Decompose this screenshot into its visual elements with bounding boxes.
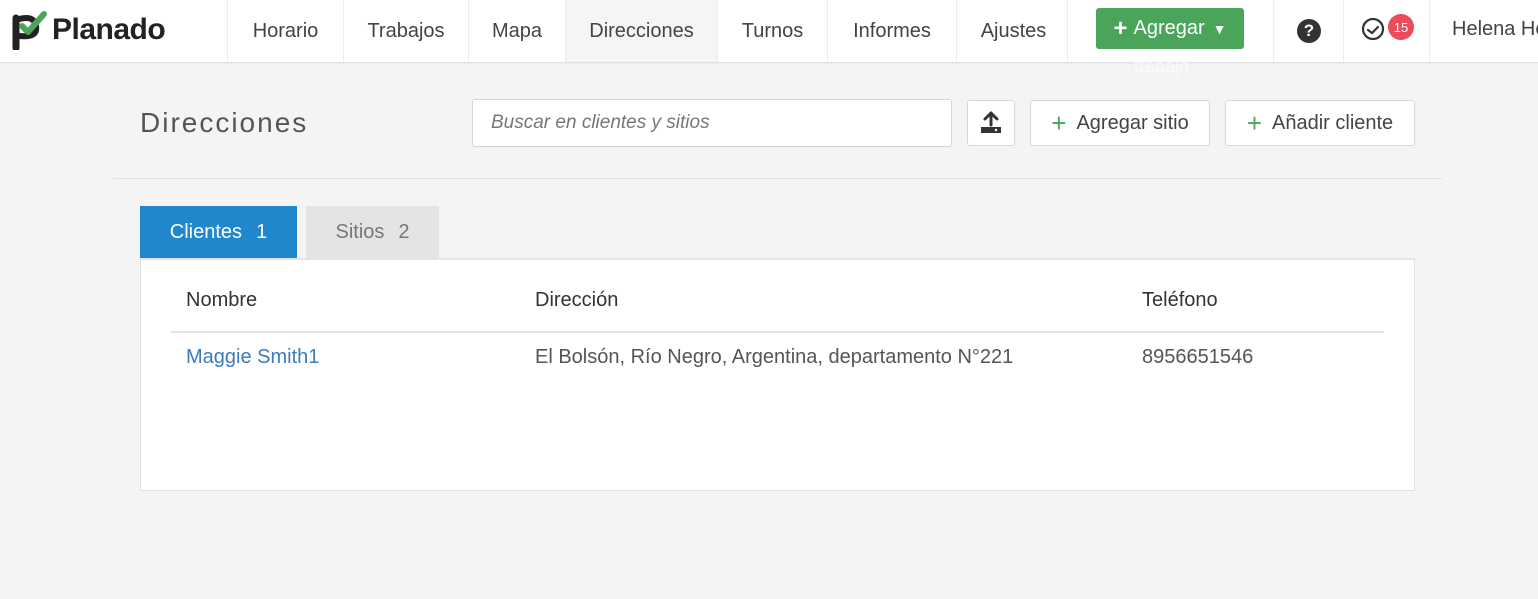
plus-icon: +: [1113, 14, 1128, 42]
caret-down-icon: ▼: [1212, 20, 1227, 37]
table-header-divider: [171, 331, 1384, 333]
nav-item-direcciones[interactable]: Direcciones: [565, 0, 717, 62]
panel-top-border: [140, 258, 1415, 260]
top-navbar: Planado Horario Trabajos Mapa Direccione…: [0, 0, 1538, 63]
add-button-tooltip: trabajo: [1134, 56, 1190, 76]
question-icon[interactable]: ?: [1297, 19, 1321, 43]
main-nav: Horario Trabajos Mapa Direcciones Turnos…: [227, 0, 1070, 62]
nav-item-label: Turnos: [741, 19, 804, 42]
clock-bell-icon: [1361, 17, 1385, 41]
nav-item-label: Direcciones: [589, 19, 694, 42]
plus-icon: +: [1051, 108, 1067, 138]
page-title: Direcciones: [140, 107, 309, 138]
tab-clientes[interactable]: Clientes 1: [140, 206, 297, 259]
nav-item-label: Informes: [853, 19, 931, 42]
nav-item-mapa[interactable]: Mapa: [468, 0, 565, 62]
column-header-telefono[interactable]: Teléfono: [1142, 289, 1218, 312]
clients-table-panel: [140, 258, 1415, 491]
add-menu-container: + Agregar ▼: [1067, 0, 1274, 62]
user-name: Helena He: [1452, 18, 1538, 40]
add-site-button[interactable]: + Agregar sitio: [1030, 100, 1210, 146]
help-container: ?: [1273, 0, 1344, 62]
plus-icon: +: [1246, 108, 1262, 138]
user-menu[interactable]: Helena He: [1429, 0, 1538, 62]
client-phone: 8956651546: [1142, 346, 1254, 368]
upload-icon: [981, 111, 1001, 133]
tab-count: 2: [398, 221, 410, 243]
client-address: El Bolsón, Río Negro, Argentina, departa…: [535, 346, 1014, 368]
notifications-container[interactable]: 15: [1343, 0, 1430, 62]
column-header-nombre[interactable]: Nombre: [186, 289, 257, 312]
client-name-link[interactable]: Maggie Smith1: [186, 346, 319, 369]
search-input[interactable]: [472, 99, 952, 147]
tab-label: Sitios: [335, 221, 385, 243]
tab-label: Clientes: [169, 221, 243, 243]
planado-logo-icon: [12, 11, 47, 50]
nav-item-label: Trabajos: [367, 19, 445, 42]
notification-badge: 15: [1388, 14, 1414, 40]
column-header-direccion[interactable]: Dirección: [535, 289, 618, 312]
nav-item-ajustes[interactable]: Ajustes: [956, 0, 1070, 62]
add-dropdown-button[interactable]: + Agregar ▼: [1096, 8, 1244, 49]
nav-item-label: Ajustes: [980, 19, 1047, 42]
brand-name: Planado: [52, 13, 166, 46]
nav-item-turnos[interactable]: Turnos: [717, 0, 827, 62]
nav-item-horario[interactable]: Horario: [227, 0, 343, 62]
nav-item-label: Mapa: [491, 19, 543, 42]
brand-logo[interactable]: Planado: [12, 8, 166, 52]
tab-sitios[interactable]: Sitios 2: [306, 206, 439, 259]
nav-item-trabajos[interactable]: Trabajos: [343, 0, 468, 62]
nav-item-informes[interactable]: Informes: [827, 0, 956, 62]
nav-item-label: Horario: [252, 19, 319, 42]
header-divider: [113, 178, 1442, 179]
add-client-label: Añadir cliente: [1272, 111, 1394, 134]
import-button[interactable]: [967, 100, 1015, 146]
add-site-label: Agregar sitio: [1076, 111, 1189, 134]
add-button-label: Agregar: [1133, 17, 1205, 39]
tab-count: 1: [256, 221, 268, 243]
add-client-button[interactable]: + Añadir cliente: [1225, 100, 1415, 146]
